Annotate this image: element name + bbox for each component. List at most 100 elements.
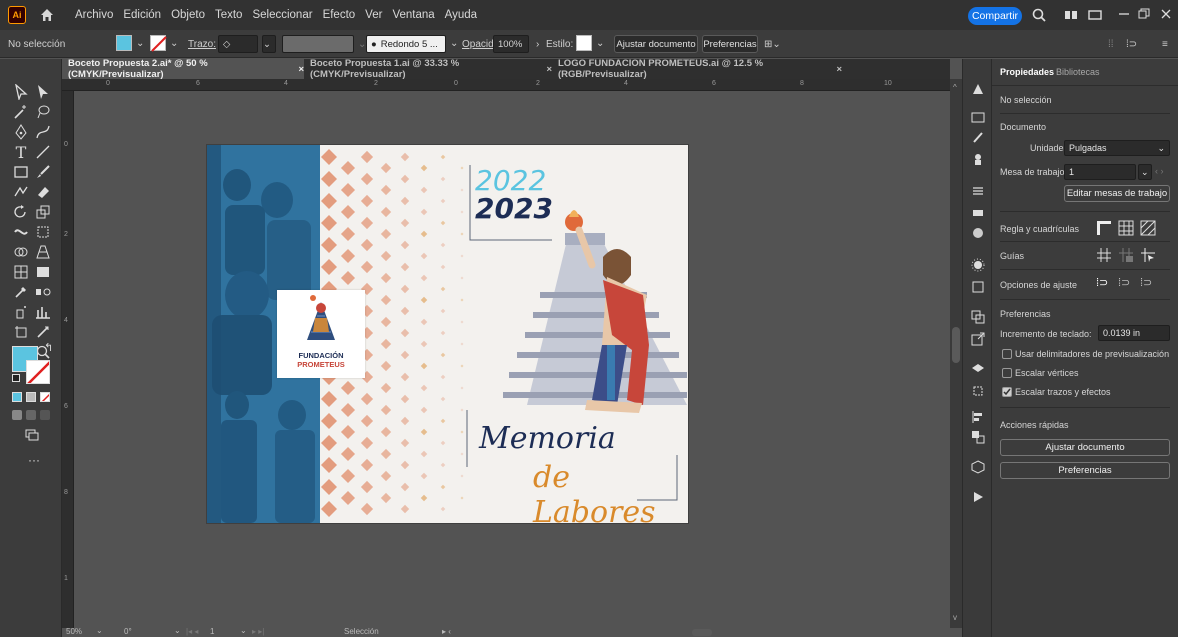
menu-seleccionar[interactable]: Seleccionar xyxy=(247,9,317,21)
stroke-swatch[interactable] xyxy=(150,35,167,52)
search-icon[interactable] xyxy=(1032,8,1046,22)
quick-fit-document-button[interactable]: Ajustar documento xyxy=(1000,439,1170,456)
menu-archivo[interactable]: Archivo xyxy=(70,9,118,21)
show-guides-icon[interactable] xyxy=(1096,247,1112,266)
shape-builder-tool-icon[interactable] xyxy=(12,243,30,261)
chevron-down-icon[interactable]: ⌄ xyxy=(450,38,458,49)
properties-panel-icon[interactable] xyxy=(970,81,986,97)
symbol-sprayer-tool-icon[interactable] xyxy=(12,303,30,321)
scale-strokes-checkbox[interactable] xyxy=(1002,387,1012,397)
tab-boceto-propuesta-2[interactable]: Boceto Propuesta 2.ai* @ 50 % (CMYK/Prev… xyxy=(62,58,304,80)
free-transform-tool-icon[interactable] xyxy=(34,223,52,241)
chevron-down-icon[interactable]: ⌄ xyxy=(136,38,144,49)
draw-behind-icon[interactable] xyxy=(26,410,36,420)
artboard-tool-icon[interactable] xyxy=(12,323,30,341)
gradient-tool-icon[interactable] xyxy=(34,263,52,281)
chevron-down-icon[interactable]: ⌄ xyxy=(96,626,103,635)
first-artboard-icon[interactable]: |◂ ◂ xyxy=(186,627,198,636)
snap-to-glyph-icon[interactable]: ⁞⊃ xyxy=(1140,276,1152,289)
rectangle-tool-icon[interactable] xyxy=(12,163,30,181)
stroke-weight-dropdown[interactable]: ⌄ xyxy=(262,35,276,53)
stroke-label[interactable]: Trazo: xyxy=(188,39,216,50)
tab-boceto-propuesta-1[interactable]: Boceto Propuesta 1.ai @ 33.33 % (CMYK/Pr… xyxy=(304,58,552,80)
stroke-color-swatch[interactable] xyxy=(26,360,50,384)
lock-guides-icon[interactable] xyxy=(1118,247,1134,266)
swap-colors-icon[interactable]: ↰ xyxy=(44,341,53,354)
stroke-panel-icon[interactable] xyxy=(970,205,986,221)
brushes-panel-icon[interactable] xyxy=(970,129,986,145)
gradient-mode-icon[interactable] xyxy=(26,392,36,402)
key-increment-field[interactable]: 0.0139 in xyxy=(1098,325,1170,341)
menu-objeto[interactable]: Objeto xyxy=(166,9,210,21)
curvature-tool-icon[interactable] xyxy=(34,123,52,141)
menu-ver[interactable]: Ver xyxy=(360,9,387,21)
tab-logo-fundacion[interactable]: LOGO FUNDACION PROMETEUS.ai @ 12.5 % (RG… xyxy=(552,58,842,80)
close-icon[interactable] xyxy=(1160,8,1174,22)
actions-play-icon[interactable] xyxy=(970,489,986,505)
selection-tool-icon[interactable] xyxy=(12,83,30,101)
preferences-button[interactable]: Preferencias xyxy=(702,35,758,53)
magic-wand-tool-icon[interactable] xyxy=(12,103,30,121)
menu-texto[interactable]: Texto xyxy=(210,9,248,21)
chevron-down-icon[interactable]: ⌄ xyxy=(174,626,181,635)
zoom-level[interactable]: 50% xyxy=(66,627,82,636)
smart-guides-icon[interactable] xyxy=(1140,247,1156,266)
opacity-field[interactable]: 100% xyxy=(493,35,529,53)
chevron-down-icon[interactable]: ⌄ xyxy=(596,38,604,49)
snap-to-point-icon[interactable]: ⁞⊃ xyxy=(1096,276,1108,289)
transform-panel-icon[interactable] xyxy=(970,279,986,295)
paintbrush-tool-icon[interactable] xyxy=(34,163,52,181)
3d-materials-icon[interactable] xyxy=(970,459,986,475)
lasso-tool-icon[interactable] xyxy=(34,103,52,121)
chevron-right-icon[interactable]: › xyxy=(536,39,539,50)
scroll-up-icon[interactable]: ^ xyxy=(953,83,957,92)
share-button[interactable]: Compartir xyxy=(968,7,1022,25)
menu-ventana[interactable]: Ventana xyxy=(387,9,439,21)
blend-tool-icon[interactable] xyxy=(34,283,52,301)
tab-libraries[interactable]: Bibliotecas xyxy=(1056,67,1100,77)
asset-export-icon[interactable] xyxy=(970,429,986,445)
snap-to-pixel-icon[interactable]: ⁞⊃ xyxy=(1118,276,1130,289)
units-select[interactable]: Pulgadas ⌄ xyxy=(1064,140,1170,156)
restore-icon[interactable] xyxy=(1138,8,1152,22)
menu-ayuda[interactable]: Ayuda xyxy=(440,9,482,21)
pathfinder-panel-icon[interactable] xyxy=(970,309,986,325)
menu-edicion[interactable]: Edición xyxy=(118,9,166,21)
canvas-area[interactable]: 2022 2023 FUNDACIÓN PROMETEUS Memoria de… xyxy=(74,91,950,628)
stroke-weight-field[interactable]: ◇ xyxy=(218,35,258,53)
screen-mode-icon[interactable] xyxy=(25,429,39,444)
symbols-panel-icon[interactable] xyxy=(970,151,986,167)
home-icon[interactable] xyxy=(38,6,56,24)
none-mode-icon[interactable] xyxy=(40,392,50,402)
rotation-value[interactable]: 0° xyxy=(124,627,132,636)
tab-properties[interactable]: Propiedades xyxy=(1000,67,1054,77)
fit-document-button[interactable]: Ajustar documento xyxy=(614,35,698,53)
style-swatch[interactable] xyxy=(576,35,592,51)
fill-swatch[interactable] xyxy=(116,35,132,51)
last-artboard-icon[interactable]: ▸ ▸| xyxy=(252,627,264,636)
pen-tool-icon[interactable] xyxy=(12,123,30,141)
mesh-tool-icon[interactable] xyxy=(12,263,30,281)
vertical-ruler[interactable]: 0 2 4 6 8 1 xyxy=(62,91,74,628)
workspace-icon[interactable] xyxy=(1088,8,1102,22)
artboard-number[interactable]: 1 xyxy=(210,627,214,636)
perspective-grid-tool-icon[interactable] xyxy=(34,243,52,261)
brush-definition[interactable]: ● Redondo 5 ... xyxy=(366,35,446,53)
width-tool-icon[interactable] xyxy=(12,223,30,241)
libraries-panel-icon[interactable] xyxy=(970,109,986,125)
snap-icon[interactable]: ⁞⊃ xyxy=(1126,39,1137,50)
default-colors-icon[interactable] xyxy=(12,374,20,382)
minimize-icon[interactable] xyxy=(1118,8,1132,22)
eyedropper-tool-icon[interactable] xyxy=(12,283,30,301)
layers-panel-icon[interactable] xyxy=(970,361,986,377)
appearance-panel-icon[interactable] xyxy=(970,257,986,273)
scale-tool-icon[interactable] xyxy=(34,203,52,221)
scale-corners-checkbox[interactable] xyxy=(1002,368,1012,378)
horizontal-scroll-thumb[interactable] xyxy=(692,629,712,636)
ruler-toggle-icon[interactable] xyxy=(1096,220,1112,239)
draw-normal-icon[interactable] xyxy=(12,410,22,420)
align-icon[interactable]: ⁞⁞ xyxy=(1108,39,1114,50)
slice-tool-icon[interactable] xyxy=(34,323,52,341)
variable-width-profile[interactable] xyxy=(282,35,354,53)
eraser-tool-icon[interactable] xyxy=(34,183,52,201)
